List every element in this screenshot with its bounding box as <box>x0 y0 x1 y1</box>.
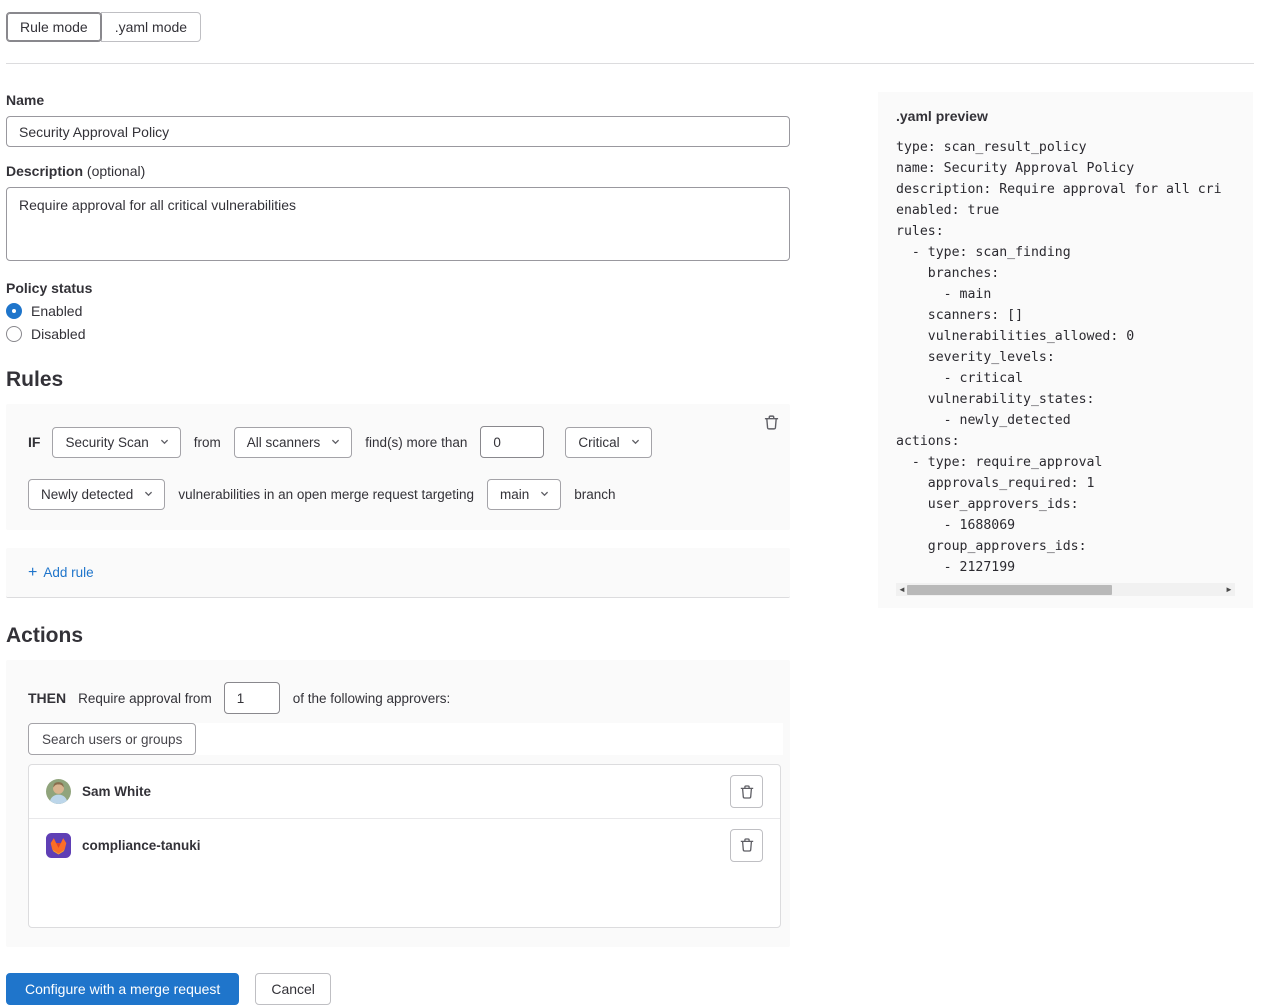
header-divider <box>6 63 1254 64</box>
name-input[interactable] <box>6 116 790 147</box>
enabled-radio-label[interactable]: Enabled <box>31 303 82 319</box>
add-rule-label: Add rule <box>43 565 93 580</box>
add-rule-button[interactable]: + Add rule <box>28 565 94 581</box>
chevron-down-icon <box>539 487 550 502</box>
actions-heading: Actions <box>6 624 790 648</box>
rule-mode-tab[interactable]: Rule mode <box>6 12 102 42</box>
description-textarea[interactable]: Require approval for all critical vulner… <box>6 187 790 261</box>
add-rule-panel: + Add rule <box>6 548 790 598</box>
vulnerabilities-allowed-input[interactable] <box>480 426 544 458</box>
approver-name: compliance-tanuki <box>82 838 201 853</box>
remove-approver-button[interactable] <box>730 829 763 862</box>
branch-dropdown[interactable]: main <box>487 479 561 510</box>
name-label: Name <box>6 92 790 108</box>
branch-value: main <box>500 487 529 502</box>
yaml-horizontal-scrollbar[interactable]: ◄ ► <box>896 583 1235 596</box>
scan-type-dropdown[interactable]: Security Scan <box>52 427 180 458</box>
rule-condition-row-2: Newly detected vulnerabilities in an ope… <box>28 479 766 510</box>
require-approval-text: Require approval from <box>78 691 212 706</box>
description-label: Description (optional) <box>6 163 790 179</box>
yaml-mode-tab[interactable]: .yaml mode <box>101 12 201 42</box>
rule-condition-row-1: IF Security Scan from All scanners <box>28 426 766 458</box>
approver-name: Sam White <box>82 784 151 799</box>
policy-status-group: Policy status Enabled Disabled <box>6 280 790 342</box>
vulnerability-state-value: Newly detected <box>41 487 133 502</box>
group-avatar <box>46 833 71 858</box>
approvers-list: Sam White <box>28 764 781 928</box>
policy-status-label: Policy status <box>6 280 790 296</box>
approvals-required-input[interactable] <box>224 682 280 714</box>
policy-form-column: Name Description (optional) Require appr… <box>6 92 790 1005</box>
chevron-down-icon <box>143 487 154 502</box>
trash-icon <box>739 837 755 853</box>
configure-merge-request-button[interactable]: Configure with a merge request <box>6 973 239 1005</box>
user-avatar <box>46 779 71 804</box>
status-option-disabled: Disabled <box>6 326 790 342</box>
scanners-value: All scanners <box>247 435 321 450</box>
branch-text: branch <box>574 487 615 502</box>
chevron-down-icon <box>330 435 341 450</box>
scanners-dropdown[interactable]: All scanners <box>234 427 353 458</box>
yaml-preview-column: .yaml preview type: scan_result_policy n… <box>878 92 1253 608</box>
trash-icon <box>763 419 780 434</box>
scrollbar-thumb[interactable] <box>907 585 1112 595</box>
approver-row-user: Sam White <box>29 765 780 818</box>
enabled-radio[interactable] <box>6 303 22 319</box>
policy-editor-page: Rule mode .yaml mode Name Description (o… <box>0 0 1264 1005</box>
targeting-text: vulnerabilities in an open merge request… <box>178 487 474 502</box>
plus-icon: + <box>28 565 37 581</box>
remove-approver-button[interactable] <box>730 775 763 808</box>
severity-dropdown[interactable]: Critical <box>565 427 651 458</box>
vulnerability-state-dropdown[interactable]: Newly detected <box>28 479 165 510</box>
search-users-groups-button[interactable]: Search users or groups <box>28 723 196 755</box>
then-label: THEN <box>28 690 66 706</box>
yaml-preview-title: .yaml preview <box>896 108 1235 124</box>
description-optional-text: (optional) <box>87 163 145 179</box>
scroll-right-arrow-icon[interactable]: ► <box>1223 583 1235 596</box>
description-label-text: Description <box>6 163 83 179</box>
trash-icon <box>739 784 755 800</box>
chevron-down-icon <box>159 435 170 450</box>
cancel-button[interactable]: Cancel <box>255 973 331 1005</box>
disabled-radio[interactable] <box>6 326 22 342</box>
if-label: IF <box>28 434 40 450</box>
policy-mode-segmented-control: Rule mode .yaml mode <box>6 12 201 42</box>
disabled-radio-label[interactable]: Disabled <box>31 326 85 342</box>
status-option-enabled: Enabled <box>6 303 790 319</box>
rules-heading: Rules <box>6 368 790 392</box>
approver-row-group: compliance-tanuki <box>29 818 780 871</box>
rule-panel: IF Security Scan from All scanners <box>6 404 790 530</box>
form-footer: Configure with a merge request Cancel <box>6 973 790 1005</box>
yaml-preview-code: type: scan_result_policy name: Security … <box>896 137 1235 578</box>
action-panel: THEN Require approval from of the follow… <box>6 660 790 947</box>
scan-type-value: Security Scan <box>65 435 148 450</box>
approver-search-row: Search users or groups <box>28 723 783 755</box>
delete-rule-button[interactable] <box>761 412 782 433</box>
finds-more-than-text: find(s) more than <box>365 435 467 450</box>
then-row: THEN Require approval from of the follow… <box>28 682 776 714</box>
following-approvers-text: of the following approvers: <box>293 691 451 706</box>
chevron-down-icon <box>630 435 641 450</box>
yaml-preview-panel: .yaml preview type: scan_result_policy n… <box>878 92 1253 608</box>
severity-value: Critical <box>578 435 619 450</box>
from-text: from <box>194 435 221 450</box>
